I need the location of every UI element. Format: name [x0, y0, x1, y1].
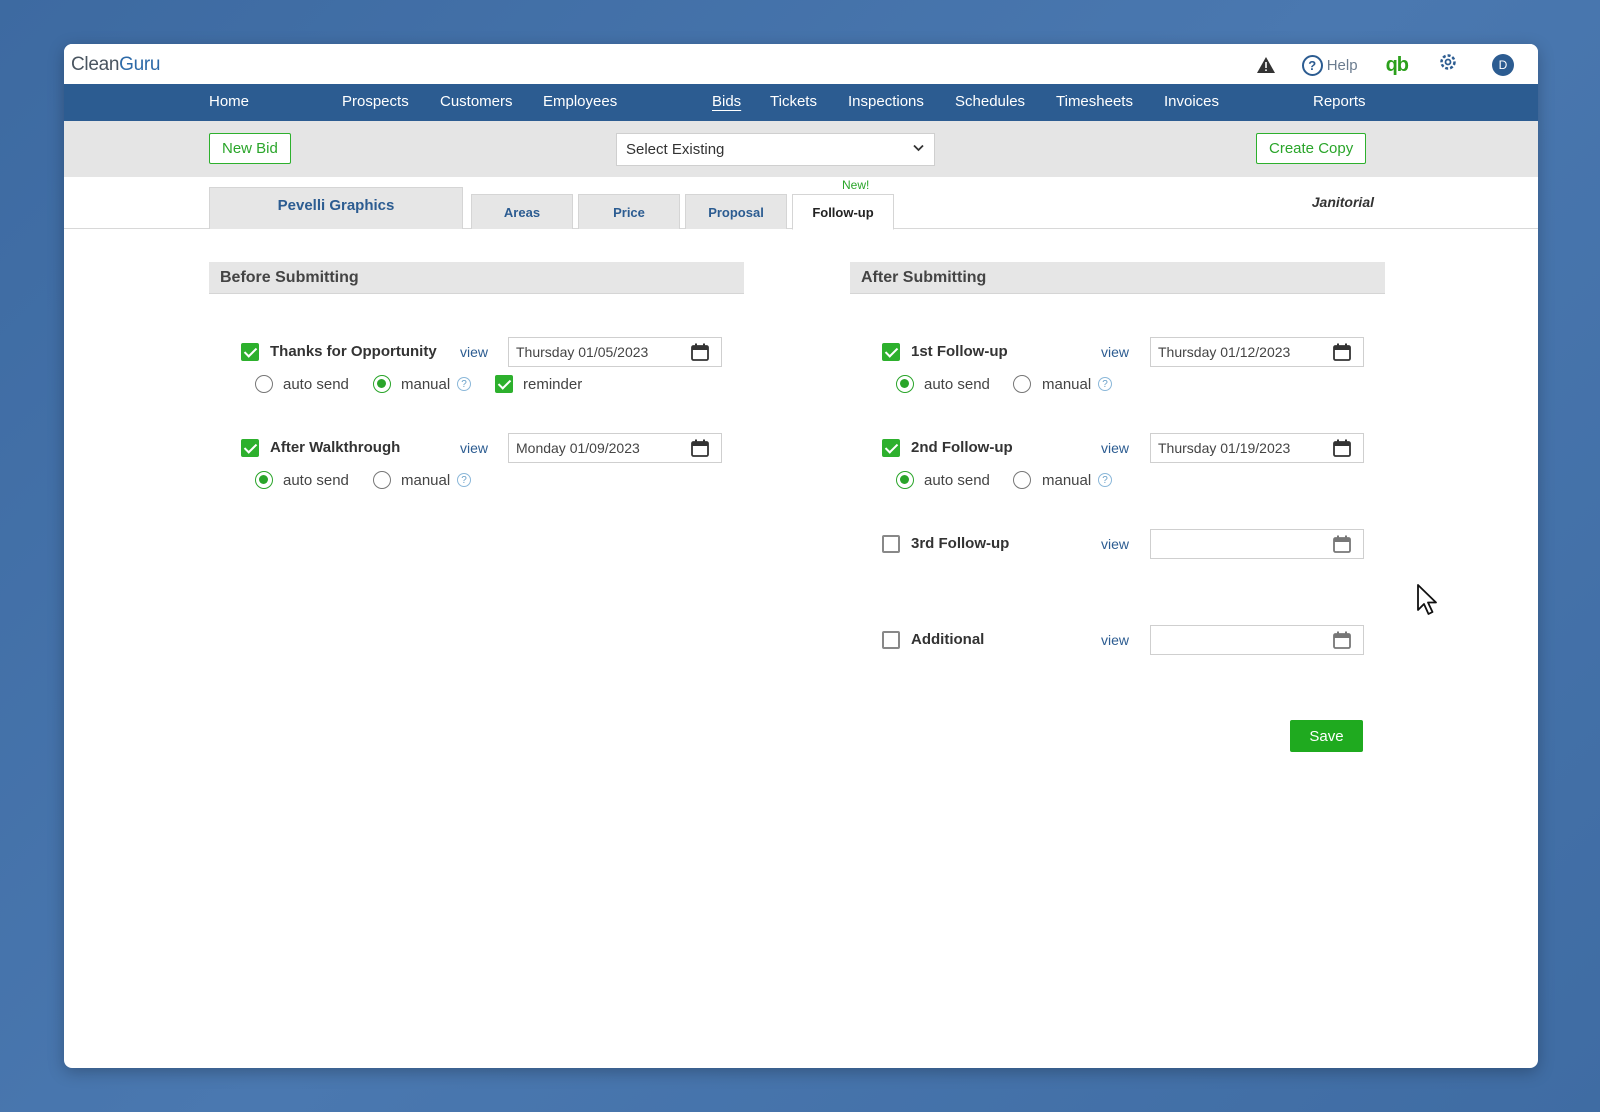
after-walkthrough-checkbox[interactable]: [241, 439, 259, 457]
new-bid-button[interactable]: New Bid: [209, 133, 291, 164]
help-link[interactable]: ? Help: [1301, 54, 1358, 76]
thanks-opportunity-view-link[interactable]: view: [460, 344, 488, 360]
after-walkthrough-date-value: Monday 01/09/2023: [516, 440, 640, 456]
top-icons: ? Help qb D: [1256, 52, 1514, 78]
top-bar: CleanGuru ? Help qb D: [64, 44, 1538, 84]
third-followup-date-input[interactable]: [1150, 529, 1364, 559]
second-followup-label: 2nd Follow-up: [911, 439, 1013, 456]
client-name-tab[interactable]: Pevelli Graphics: [209, 187, 463, 229]
help-icon[interactable]: ?: [1098, 377, 1112, 391]
service-type-label: Janitorial: [1311, 194, 1374, 210]
tab-proposal[interactable]: Proposal: [685, 194, 787, 229]
thanks-opportunity-autosend-radio[interactable]: [255, 375, 273, 393]
nav-employees[interactable]: Employees: [543, 93, 617, 110]
thanks-opportunity-manual-label: manual: [401, 376, 451, 393]
thanks-opportunity-autosend-label: auto send: [283, 376, 349, 393]
quickbooks-icon[interactable]: qb: [1386, 54, 1409, 77]
additional-followup-checkbox[interactable]: [882, 631, 900, 649]
nav-reports[interactable]: Reports: [1313, 93, 1366, 110]
first-followup-manual-radio[interactable]: [1013, 375, 1031, 393]
thanks-opportunity-manual-radio[interactable]: [373, 375, 391, 393]
after-walkthrough-view-link[interactable]: view: [460, 440, 488, 456]
thanks-opportunity-label: Thanks for Opportunity: [270, 343, 437, 360]
second-followup-date-input[interactable]: Thursday 01/19/2023: [1150, 433, 1364, 463]
tab-price[interactable]: Price: [578, 194, 680, 229]
app-logo[interactable]: CleanGuru: [71, 54, 161, 76]
tab-followup[interactable]: Follow-up: [792, 194, 894, 230]
thanks-opportunity-date-value: Thursday 01/05/2023: [516, 344, 649, 360]
third-followup-label: 3rd Follow-up: [911, 535, 1010, 552]
second-followup-autosend-radio[interactable]: [896, 471, 914, 489]
nav-inspections[interactable]: Inspections: [848, 93, 924, 110]
first-followup-autosend-radio[interactable]: [896, 375, 914, 393]
nav-customers[interactable]: Customers: [440, 93, 513, 110]
second-followup-date-value: Thursday 01/19/2023: [1158, 440, 1291, 456]
additional-followup-label: Additional: [911, 631, 985, 648]
second-followup-autosend-label: auto send: [924, 472, 990, 489]
first-followup-view-link[interactable]: view: [1101, 344, 1129, 360]
nav-timesheets[interactable]: Timesheets: [1056, 93, 1133, 110]
nav-prospects[interactable]: Prospects: [342, 93, 409, 110]
create-copy-button[interactable]: Create Copy: [1256, 133, 1367, 164]
bid-toolbar: New Bid Select Existing Create Copy: [64, 121, 1538, 177]
additional-followup-view-link[interactable]: view: [1101, 632, 1129, 648]
after-walkthrough-date-input[interactable]: Monday 01/09/2023: [508, 433, 722, 463]
nav-bids[interactable]: Bids: [712, 93, 741, 110]
avatar[interactable]: D: [1492, 54, 1514, 76]
first-followup-date-input[interactable]: Thursday 01/12/2023: [1150, 337, 1364, 367]
first-followup-checkbox[interactable]: [882, 343, 900, 361]
after-walkthrough-autosend-radio[interactable]: [255, 471, 273, 489]
thanks-opportunity-reminder-checkbox[interactable]: [495, 375, 513, 393]
nav-home[interactable]: Home: [209, 93, 249, 110]
after-walkthrough-label: After Walkthrough: [270, 439, 401, 456]
help-icon: ?: [1301, 54, 1323, 76]
calendar-icon[interactable]: [691, 439, 709, 457]
third-followup-view-link[interactable]: view: [1101, 536, 1129, 552]
warning-icon[interactable]: [1256, 56, 1276, 74]
calendar-icon[interactable]: [1333, 439, 1351, 457]
cursor-icon: [1417, 584, 1437, 615]
first-followup-date-value: Thursday 01/12/2023: [1158, 344, 1291, 360]
thanks-opportunity-date-input[interactable]: Thursday 01/05/2023: [508, 337, 722, 367]
help-icon[interactable]: ?: [457, 473, 471, 487]
help-icon[interactable]: ?: [1098, 473, 1112, 487]
nav-tickets[interactable]: Tickets: [770, 93, 817, 110]
calendar-icon[interactable]: [1333, 343, 1351, 361]
after-walkthrough-manual-label: manual: [401, 472, 451, 489]
logo-text-guru: Guru: [119, 54, 161, 75]
after-submitting-header: After Submitting: [850, 262, 1385, 294]
second-followup-checkbox[interactable]: [882, 439, 900, 457]
main-nav: Home Prospects Customers Employees Bids …: [64, 84, 1538, 121]
second-followup-manual-radio[interactable]: [1013, 471, 1031, 489]
select-existing-dropdown[interactable]: Select Existing: [616, 133, 935, 166]
nav-schedules[interactable]: Schedules: [955, 93, 1025, 110]
help-icon[interactable]: ?: [457, 377, 471, 391]
save-button[interactable]: Save: [1290, 720, 1363, 752]
chevron-down-icon: [913, 140, 924, 155]
third-followup-checkbox[interactable]: [882, 535, 900, 553]
calendar-icon[interactable]: [691, 343, 709, 361]
help-label: Help: [1326, 56, 1358, 74]
first-followup-manual-label: manual: [1042, 376, 1092, 393]
first-followup-autosend-label: auto send: [924, 376, 990, 393]
logo-text-clean: Clean: [71, 54, 120, 75]
thanks-opportunity-checkbox[interactable]: [241, 343, 259, 361]
additional-followup-date-input[interactable]: [1150, 625, 1364, 655]
calendar-icon[interactable]: [1333, 535, 1351, 553]
select-existing-value: Select Existing: [626, 141, 725, 158]
new-badge: New!: [842, 178, 870, 192]
bid-tabs: Pevelli Graphics Areas Price Proposal Ne…: [64, 177, 1538, 230]
first-followup-label: 1st Follow-up: [911, 343, 1008, 360]
gear-icon[interactable]: [1438, 52, 1458, 78]
after-walkthrough-manual-radio[interactable]: [373, 471, 391, 489]
calendar-icon[interactable]: [1333, 631, 1351, 649]
nav-invoices[interactable]: Invoices: [1164, 93, 1219, 110]
before-submitting-header: Before Submitting: [209, 262, 744, 294]
tab-areas[interactable]: Areas: [471, 194, 573, 229]
thanks-opportunity-reminder-label: reminder: [523, 376, 583, 393]
second-followup-view-link[interactable]: view: [1101, 440, 1129, 456]
after-walkthrough-autosend-label: auto send: [283, 472, 349, 489]
second-followup-manual-label: manual: [1042, 472, 1092, 489]
